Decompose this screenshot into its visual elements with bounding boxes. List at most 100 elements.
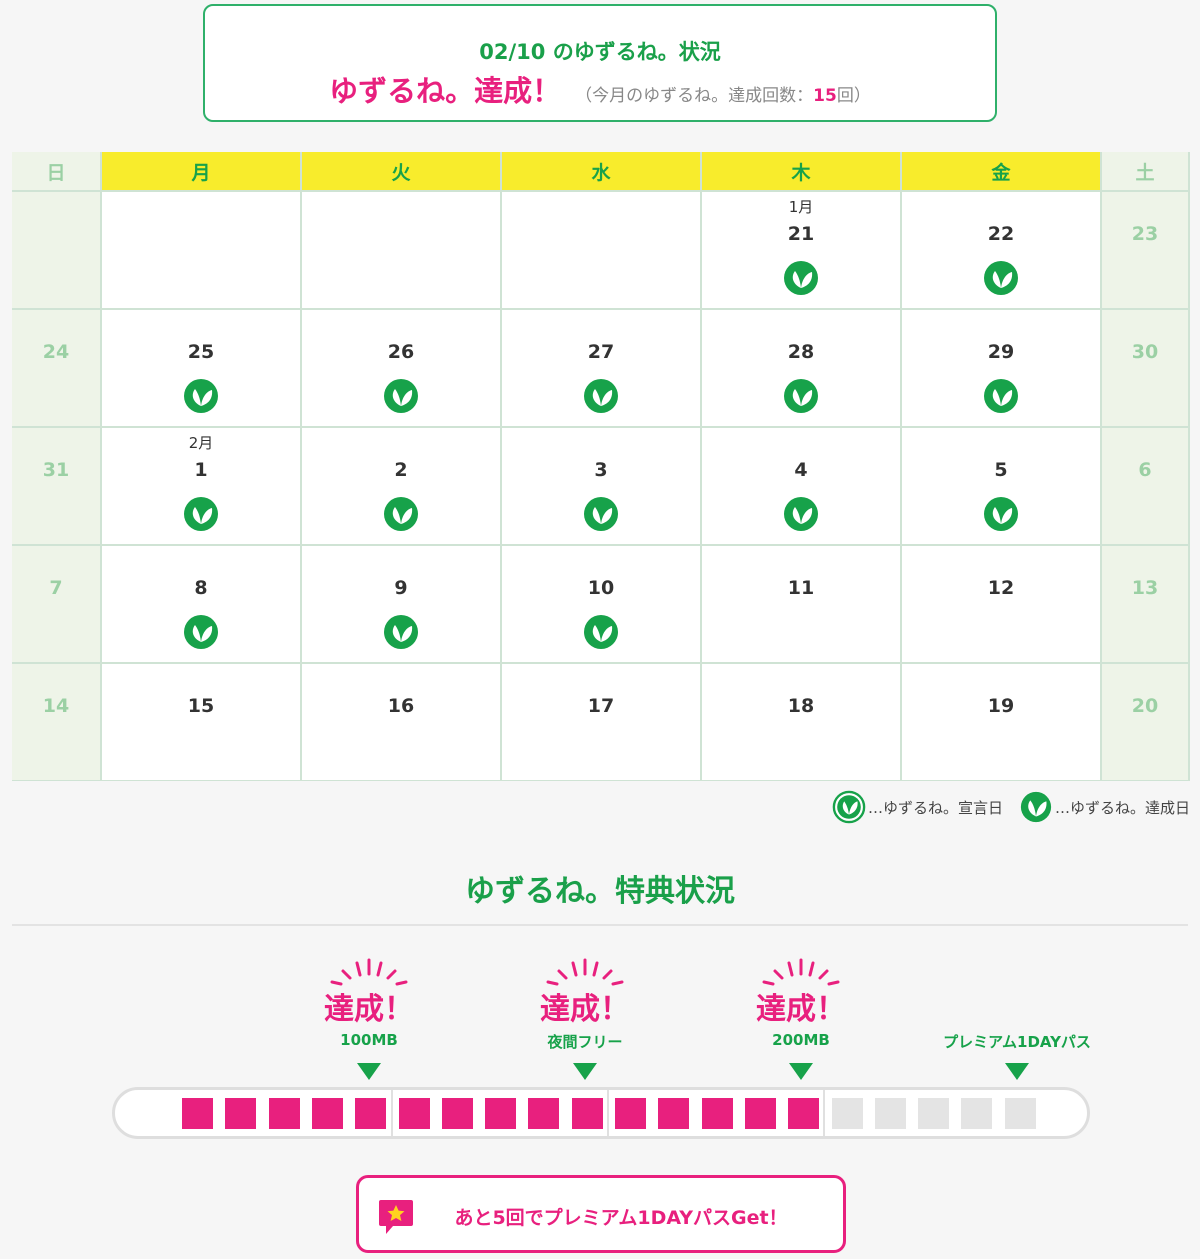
progress-separator: [823, 1090, 825, 1136]
progress-block-empty: [875, 1098, 906, 1129]
calendar-day-cell: 26: [302, 310, 500, 426]
calendar-day-cell: 22: [902, 192, 1100, 308]
calendar-day-cell: 28: [702, 310, 900, 426]
day-number: 8: [194, 577, 208, 599]
calendar-day-cell: 6: [1102, 428, 1188, 544]
calendar-day-cell: 2月 1: [102, 428, 300, 544]
calendar-day-cell: 19: [902, 664, 1100, 780]
calendar-day-cell: 7: [12, 546, 100, 662]
day-number: 3: [594, 459, 608, 481]
calendar-day-cell: [12, 192, 100, 308]
status-count: 15: [813, 86, 837, 106]
month-label: 1月: [788, 198, 814, 216]
weekday-header: 木: [702, 152, 900, 190]
day-number: 4: [794, 459, 808, 481]
progress-block-empty: [961, 1098, 992, 1129]
day-number: 17: [587, 695, 615, 717]
calendar-day-cell: [102, 192, 300, 308]
calendar-legend: …ゆずるね。宣言日 …ゆずるね。達成日: [816, 790, 1190, 824]
calendar-day-cell: 25: [102, 310, 300, 426]
milestone-arrow-icon: [1005, 1063, 1029, 1080]
calendar-day-cell: 4: [702, 428, 900, 544]
day-number: 5: [994, 459, 1008, 481]
achieved-leaf-icon: [383, 614, 419, 650]
calendar-day-cell: 24: [12, 310, 100, 426]
progress-block-filled: [572, 1098, 603, 1129]
day-number: 29: [987, 341, 1015, 363]
milestone-arrow-icon: [573, 1063, 597, 1080]
legend-achieved-label: …ゆずるね。達成日: [1054, 798, 1190, 817]
milestone-label: プレミアム1DAYパス: [943, 1033, 1091, 1051]
achieved-label: 達成！: [540, 992, 630, 1027]
calendar-day-cell: 12: [902, 546, 1100, 662]
calendar-day-cell: 2: [302, 428, 500, 544]
legend-achieved: …ゆずるね。達成日: [1019, 790, 1190, 824]
day-number: 19: [987, 695, 1015, 717]
day-number: 14: [42, 695, 70, 717]
achieved-leaf-icon: [183, 378, 219, 414]
status-main: ゆずるね。達成！: [329, 74, 562, 108]
weekday-header: 水: [502, 152, 700, 190]
next-perk-label: あと5回でプレミアム1DAYパスGet！: [454, 1207, 788, 1229]
calendar-day-cell: 29: [902, 310, 1100, 426]
milestone-label: 100MB: [340, 1031, 398, 1049]
calendar-day-cell: 11: [702, 546, 900, 662]
day-number: 12: [987, 577, 1015, 599]
achieved-leaf-icon: [983, 260, 1019, 296]
progress-separator: [607, 1090, 609, 1136]
day-number: 18: [787, 695, 815, 717]
status-title: 02/10 のゆずるね。状況: [479, 40, 721, 64]
progress-block-filled: [528, 1098, 559, 1129]
progress-block-filled: [615, 1098, 646, 1129]
progress-block-filled: [658, 1098, 689, 1129]
calendar-day-cell: 16: [302, 664, 500, 780]
day-number: 16: [387, 695, 415, 717]
progress-block-filled: [745, 1098, 776, 1129]
progress-block-empty: [832, 1098, 863, 1129]
weekday-header: 金: [902, 152, 1100, 190]
today-status-card: 02/10 のゆずるね。状況 ゆずるね。達成！ （今月のゆずるね。達成回数：15回…: [203, 4, 997, 122]
legend-declared: …ゆずるね。宣言日: [832, 790, 1003, 824]
calendar-day-cell: 27: [502, 310, 700, 426]
milestone-arrow-icon: [789, 1063, 813, 1080]
progress-separator: [391, 1090, 393, 1136]
progress-block-filled: [225, 1098, 256, 1129]
calendar-day-cell: 18: [702, 664, 900, 780]
progress-block-filled: [182, 1098, 213, 1129]
calendar-day-cell: 17: [502, 664, 700, 780]
progress-block-filled: [312, 1098, 343, 1129]
achieved-leaf-icon: [783, 260, 819, 296]
status-line: ゆずるね。達成！ （今月のゆずるね。達成回数：15回）: [205, 68, 995, 110]
next-perk-button[interactable]: あと5回でプレミアム1DAYパスGet！: [356, 1175, 846, 1253]
day-number: 25: [187, 341, 215, 363]
milestone-label: 夜間フリー: [547, 1033, 623, 1051]
achieved-leaf-icon: [183, 496, 219, 532]
achieved-label: 達成！: [324, 992, 414, 1027]
weekday-header: 土: [1102, 152, 1188, 190]
weekday-header: 月: [102, 152, 300, 190]
achieved-leaf-icon: [383, 496, 419, 532]
day-number: 7: [49, 577, 63, 599]
progress-block-filled: [702, 1098, 733, 1129]
achieved-leaf-icon: [1020, 791, 1052, 823]
progress-block-filled: [355, 1098, 386, 1129]
day-number: 30: [1131, 341, 1159, 363]
month-label: 2月: [188, 434, 214, 452]
milestone-arrow-icon: [357, 1063, 381, 1080]
calendar-day-cell: [302, 192, 500, 308]
day-number: 1: [194, 459, 208, 481]
achieved-leaf-icon: [583, 378, 619, 414]
weekday-header: 日: [12, 152, 100, 190]
day-number: 27: [587, 341, 615, 363]
declared-leaf-icon: [832, 790, 866, 824]
calendar-day-cell: 3: [502, 428, 700, 544]
status-sub: （今月のゆずるね。達成回数：15回）: [575, 86, 871, 106]
calendar-day-cell: 15: [102, 664, 300, 780]
calendar-day-cell: 20: [1102, 664, 1188, 780]
achieved-leaf-icon: [583, 614, 619, 650]
day-number: 31: [42, 459, 70, 481]
day-number: 26: [387, 341, 415, 363]
calendar-day-cell: 23: [1102, 192, 1188, 308]
progress-block-empty: [1005, 1098, 1036, 1129]
achieved-label: 達成！: [756, 992, 846, 1027]
